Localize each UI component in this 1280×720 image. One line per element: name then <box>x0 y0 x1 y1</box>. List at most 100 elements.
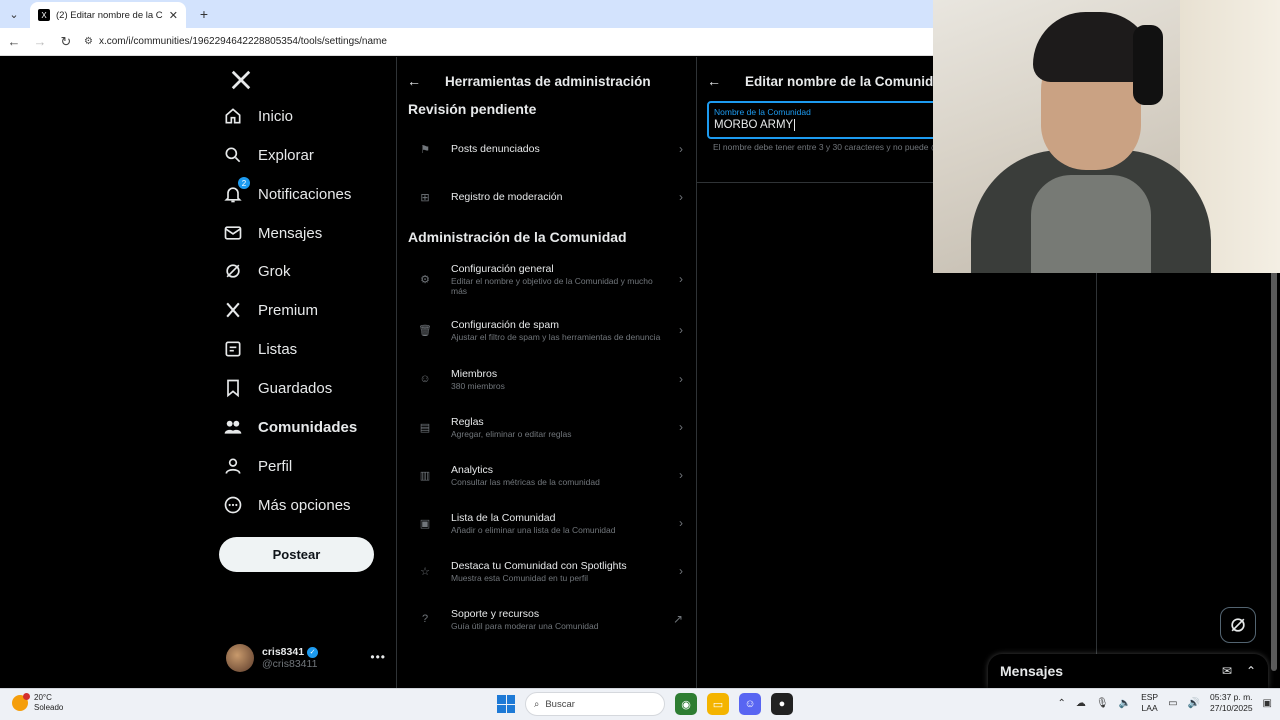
x-logo-icon <box>222 299 244 321</box>
menu-row-soporte[interactable]: ? Soporte y recursos Guía útil para mode… <box>397 600 697 638</box>
admin-tools-column: ← Herramientas de administración Revisió… <box>396 57 697 688</box>
messages-drawer[interactable]: Mensajes ✉ ⌃ <box>988 654 1268 688</box>
profile-name-row: cris8341 ✓ <box>262 646 319 658</box>
profile-handle: @cris83411 <box>262 658 318 670</box>
menu-row-miembros[interactable]: ☺ Miembros 380 miembros › <box>397 360 697 398</box>
account-switcher[interactable]: cris8341 ✓ @cris83411 ••• <box>226 642 386 674</box>
nav-item-premium[interactable]: Premium <box>222 292 318 328</box>
list-icon <box>222 338 244 360</box>
nav-label: Perfil <box>258 457 293 475</box>
chevron-right-icon: › <box>679 516 683 530</box>
chevron-right-icon: › <box>679 420 683 434</box>
nav-label: Premium <box>258 301 319 319</box>
row-label: Reglas <box>451 415 484 428</box>
more-dots-icon[interactable]: ••• <box>370 650 386 664</box>
nav-label: Guardados <box>258 379 333 397</box>
menu-row-configuracion-general[interactable]: ⚙ Configuración general Editar el nombre… <box>397 257 697 301</box>
discord-icon[interactable]: ☺ <box>739 693 761 715</box>
grok-icon <box>1231 618 1245 632</box>
nav-item-guardados[interactable]: Guardados <box>222 370 332 406</box>
nav-item-explorar[interactable]: Explorar <box>222 137 314 173</box>
trash-icon: 🗑 <box>418 324 432 337</box>
row-description: Ajustar el filtro de spam y las herramie… <box>451 331 661 342</box>
nav-item-inicio[interactable]: Inicio <box>222 98 293 134</box>
flag-icon: ⚑ <box>420 143 430 156</box>
weather-widget[interactable]: 20°C Soleado <box>12 693 63 713</box>
time: 05:37 p. m. <box>1210 692 1253 702</box>
menu-row-configuracion-spam[interactable]: 🗑 Configuración de spam Ajustar el filtr… <box>397 308 697 352</box>
new-tab-plus-icon[interactable]: + <box>192 2 216 26</box>
mail-icon <box>222 222 244 244</box>
network-icon[interactable]: ▭ <box>1168 698 1177 709</box>
chrome-icon[interactable]: ◉ <box>675 693 697 715</box>
speaker-icon[interactable]: 🔊 <box>1188 698 1200 709</box>
grok-floating-button[interactable] <box>1220 607 1256 643</box>
date: 27/10/2025 <box>1210 703 1253 713</box>
menu-row-lista-comunidad[interactable]: ▣ Lista de la Comunidad Añadir o elimina… <box>397 504 697 542</box>
bookmark-icon <box>222 377 244 399</box>
person-icon <box>222 455 244 477</box>
page-title: Herramientas de administración <box>445 73 651 89</box>
app-icon[interactable]: ● <box>771 693 793 715</box>
menu-row-analytics[interactable]: ▥ Analytics Consultar las métricas de la… <box>397 456 697 494</box>
menu-row-reglas[interactable]: ▤ Reglas Agregar, eliminar o editar regl… <box>397 408 697 446</box>
input-value: MORBO ARMY <box>714 119 794 132</box>
lang-bottom: LAA <box>1141 703 1158 713</box>
webcam-overlay <box>933 0 1280 273</box>
row-description: 380 miembros <box>451 380 505 391</box>
nav-item-listas[interactable]: Listas <box>222 331 297 367</box>
search-placeholder: Buscar <box>545 698 575 710</box>
new-message-icon[interactable]: ✉ <box>1222 664 1232 678</box>
back-arrow-icon[interactable]: ← <box>707 73 727 89</box>
section-title-admin: Administración de la Comunidad <box>408 229 627 245</box>
menu-row-registro-moderacion[interactable]: ⊞ Registro de moderación › <box>397 177 697 217</box>
taskbar-search[interactable]: ⌕ Buscar <box>525 692 665 716</box>
language-indicator[interactable]: ESP LAA <box>1141 692 1158 714</box>
forward-icon[interactable]: → <box>28 30 52 54</box>
weather-condition: Soleado <box>34 703 64 712</box>
clock[interactable]: 05:37 p. m. 27/10/2025 <box>1210 692 1253 714</box>
tab-close-icon[interactable]: ✕ <box>169 9 178 22</box>
row-description: Agregar, eliminar o editar reglas <box>451 428 572 439</box>
file-explorer-icon[interactable]: ▭ <box>707 693 729 715</box>
nav-item-notificaciones[interactable]: 2 Notificaciones <box>222 176 351 212</box>
browser-tab[interactable]: X (2) Editar nombre de la Comuni ✕ <box>30 2 186 28</box>
row-description: Añadir o eliminar una lista de la Comuni… <box>451 524 616 535</box>
url-field[interactable]: ⚙ x.com/i/communities/196229464222880535… <box>84 36 387 47</box>
nav-item-perfil[interactable]: Perfil <box>222 448 292 484</box>
volume-icon[interactable]: 🔈 <box>1119 698 1131 709</box>
notification-center-icon[interactable]: ▣ <box>1263 698 1272 709</box>
moderation-log-icon: ⊞ <box>420 191 430 204</box>
tab-search-chevron-icon[interactable]: ⌄ <box>2 2 26 26</box>
x-favicon-icon: X <box>38 9 50 21</box>
taskbar-apps: ⌕ Buscar ◉ ▭ ☺ ● <box>497 692 793 716</box>
chevron-right-icon: › <box>679 190 683 204</box>
reload-icon[interactable]: ↻ <box>54 30 78 54</box>
row-description: Muestra esta Comunidad en tu perfil <box>451 572 589 583</box>
row-label: Soporte y recursos <box>451 607 540 620</box>
row-label: Configuración de spam <box>451 318 559 331</box>
menu-row-spotlights[interactable]: ☆ Destaca tu Comunidad con Spotlights Mu… <box>397 552 697 590</box>
nav-item-mas-opciones[interactable]: Más opciones <box>222 487 351 523</box>
row-label: Analytics <box>451 463 494 476</box>
nav-label: Notificaciones <box>258 185 352 203</box>
nav-item-comunidades[interactable]: Comunidades <box>222 409 357 445</box>
site-info-icon[interactable]: ⚙ <box>84 36 93 47</box>
post-button[interactable]: Postear <box>219 537 374 572</box>
nav-item-mensajes[interactable]: Mensajes <box>222 215 322 251</box>
chevron-right-icon: › <box>679 468 683 482</box>
back-arrow-icon[interactable]: ← <box>407 73 427 89</box>
back-icon[interactable]: ← <box>2 30 26 54</box>
cloud-icon[interactable]: ☁ <box>1076 698 1086 709</box>
chevron-right-icon: › <box>679 372 683 386</box>
windows-start-icon[interactable] <box>497 695 515 713</box>
external-link-icon: ↗ <box>672 612 683 626</box>
x-logo-icon[interactable] <box>226 65 256 95</box>
expand-chevron-icon[interactable]: ⌃ <box>1246 664 1256 678</box>
chevron-up-icon[interactable]: ⌃ <box>1058 698 1066 709</box>
microphone-icon[interactable]: 🎙 <box>1096 698 1109 709</box>
menu-row-posts-denunciados[interactable]: ⚑ Posts denunciados › <box>397 129 697 169</box>
left-nav: Inicio Explorar 2 Notificaciones Mensaje… <box>210 57 396 688</box>
bell-icon: 2 <box>222 177 250 205</box>
nav-item-grok[interactable]: Grok <box>222 253 291 289</box>
